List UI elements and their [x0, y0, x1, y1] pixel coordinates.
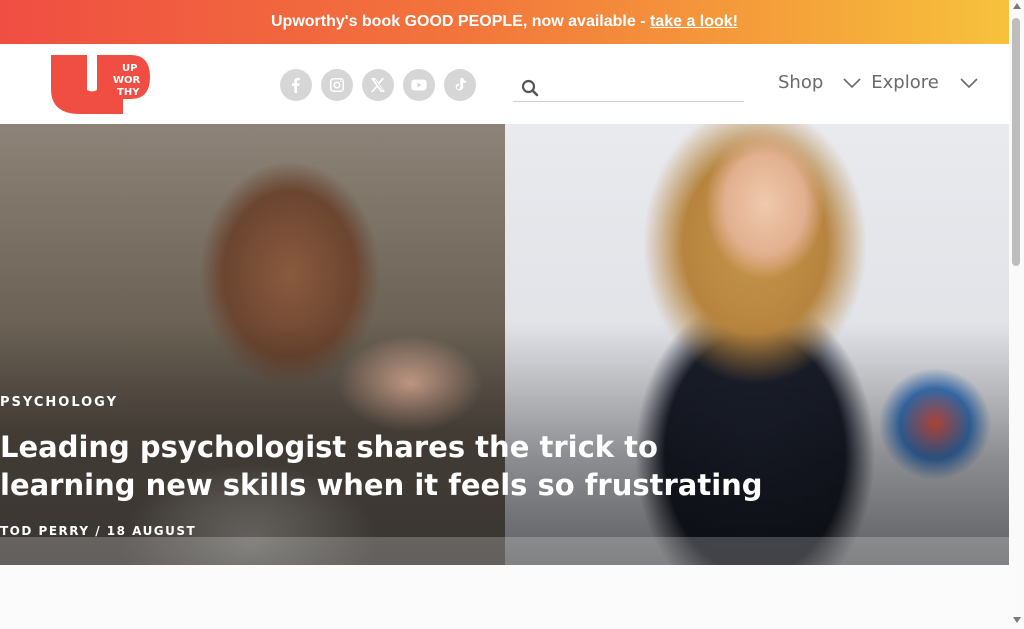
scrollbar-thumb[interactable]: [1012, 18, 1020, 266]
social-links: [280, 69, 476, 101]
banner-text: Upworthy's book GOOD PEOPLE, now availab…: [271, 13, 738, 31]
logo-text-up: UP: [122, 63, 137, 74]
search-bar: [513, 76, 744, 102]
facebook-icon: [292, 77, 300, 93]
tiktok-icon: [455, 78, 466, 91]
instagram-button[interactable]: [321, 69, 353, 101]
chevron-down-icon[interactable]: [843, 77, 861, 89]
hero-bottom-band: [0, 537, 1009, 565]
scrollbar[interactable]: [1009, 0, 1024, 629]
search-input[interactable]: [547, 76, 742, 100]
x-twitter-icon: [370, 78, 385, 92]
logo-text-wor: WOR: [113, 75, 141, 86]
facebook-button[interactable]: [280, 69, 312, 101]
search-icon[interactable]: [521, 79, 539, 97]
scroll-up-arrow-icon[interactable]: [1013, 3, 1021, 9]
banner-link[interactable]: take a look!: [650, 13, 738, 30]
tiktok-button[interactable]: [444, 69, 476, 101]
article-byline: TOD PERRY / 18 AUGUST: [0, 524, 197, 538]
chevron-down-icon[interactable]: [960, 77, 978, 89]
page: Upworthy's book GOOD PEOPLE, now availab…: [0, 0, 1024, 629]
promo-banner: Upworthy's book GOOD PEOPLE, now availab…: [0, 0, 1009, 44]
youtube-button[interactable]: [403, 69, 435, 101]
youtube-icon: [411, 79, 427, 91]
x-twitter-button[interactable]: [362, 69, 394, 101]
site-header: UP WOR THY Shop Explore: [0, 44, 1009, 124]
nav-explore[interactable]: Explore: [871, 72, 939, 93]
upworthy-logo[interactable]: UP WOR THY: [51, 55, 150, 115]
article-headline[interactable]: Leading psychologist shares the trick to…: [0, 428, 790, 504]
banner-message: Upworthy's book GOOD PEOPLE, now availab…: [270, 13, 650, 30]
article-category[interactable]: PSYCHOLOGY: [0, 395, 118, 410]
instagram-icon: [330, 78, 344, 92]
scroll-down-arrow-icon[interactable]: [1013, 617, 1021, 623]
nav-shop[interactable]: Shop: [778, 72, 823, 93]
main-nav: Shop Explore: [778, 72, 978, 93]
hero-article[interactable]: PSYCHOLOGY Leading psychologist shares t…: [0, 124, 1009, 565]
logo-text-thy: THY: [117, 87, 140, 98]
